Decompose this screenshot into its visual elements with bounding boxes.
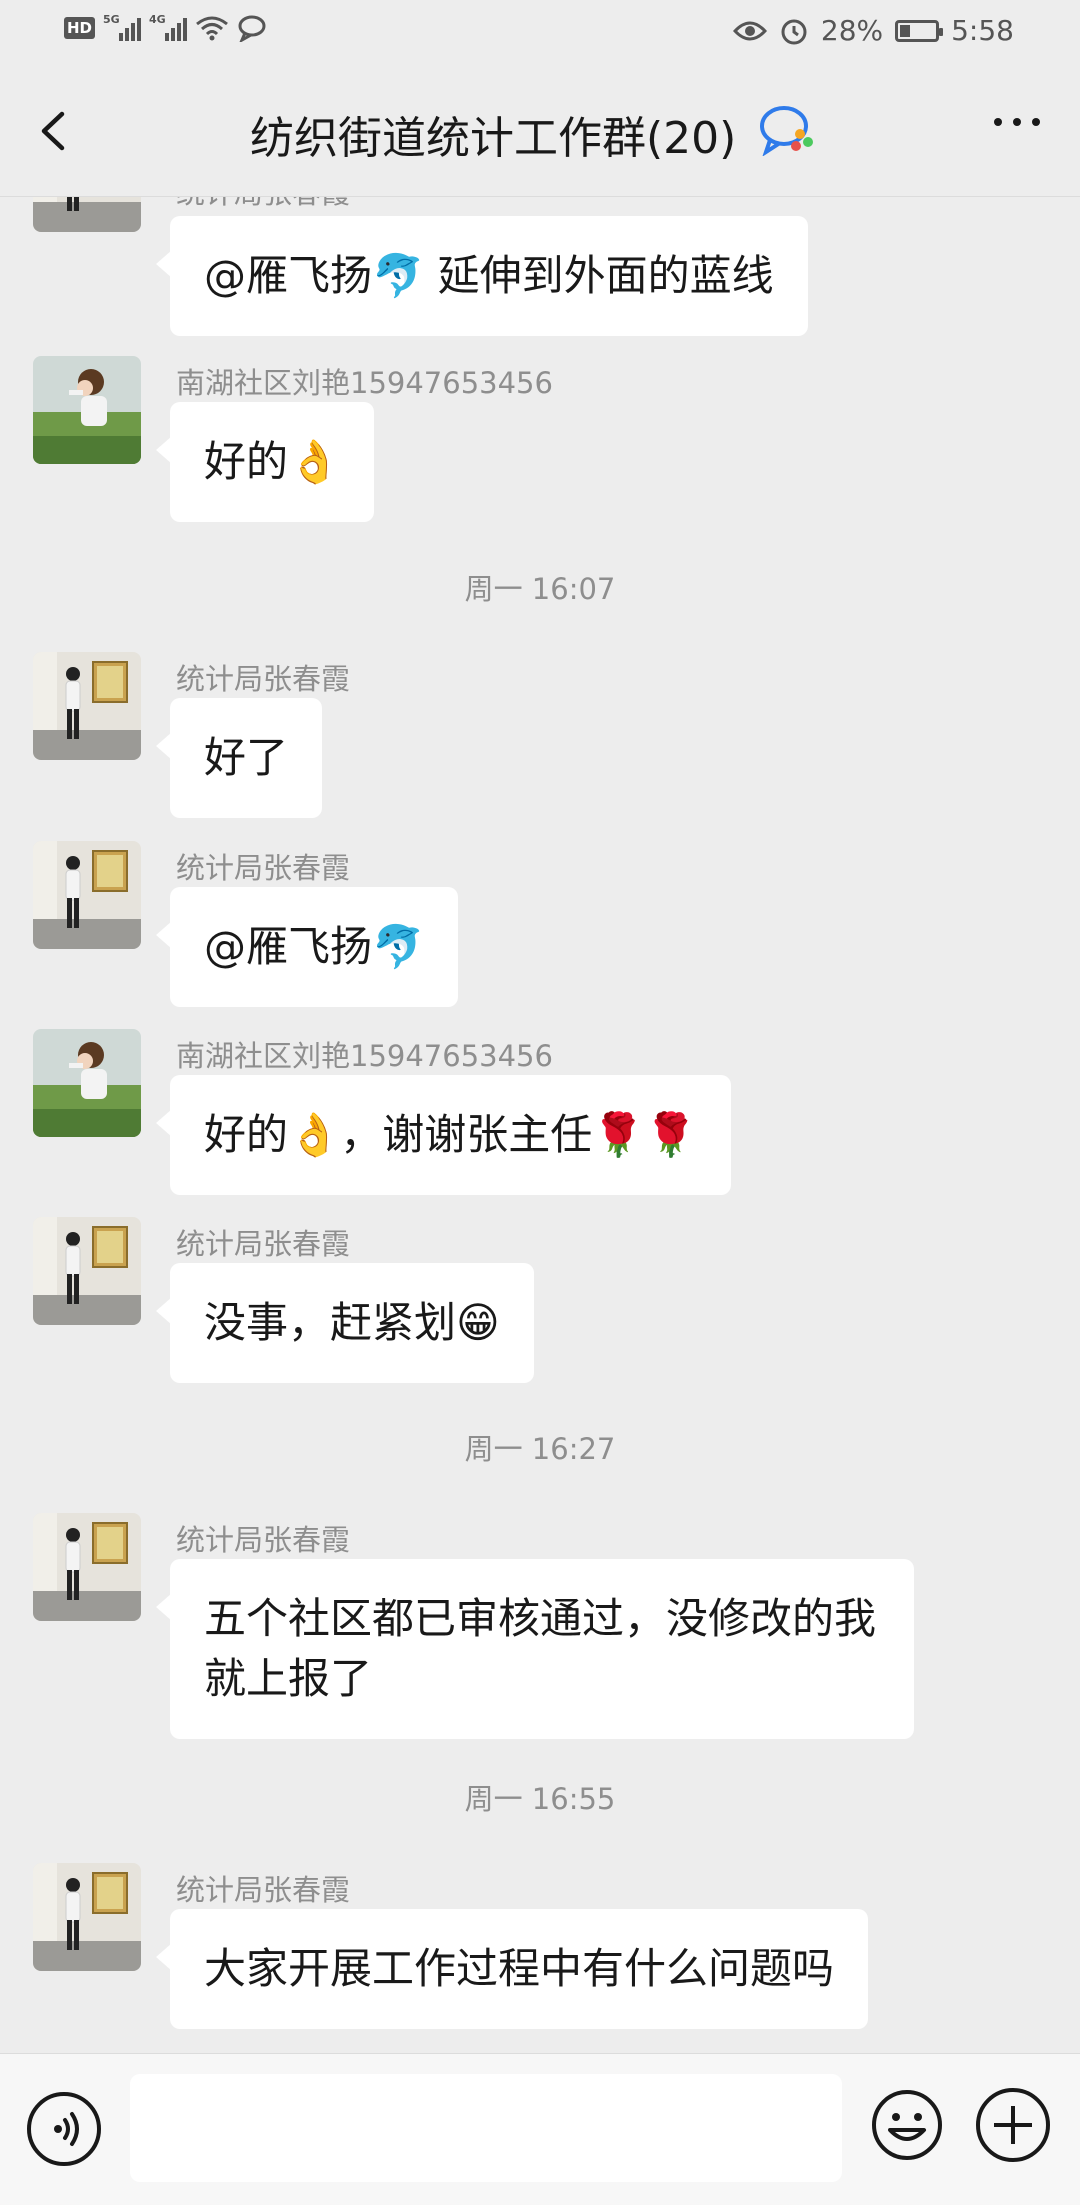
input-bar bbox=[0, 2053, 1080, 2205]
voice-input-button[interactable] bbox=[27, 2092, 101, 2166]
emoji-icon[interactable] bbox=[870, 2088, 944, 2162]
chat-header: 纺织街道统计工作群(20) bbox=[0, 66, 1080, 197]
avatar[interactable] bbox=[33, 652, 141, 760]
sender-name: 南湖社区刘艳15947653456 bbox=[176, 1039, 553, 1073]
message-bubble[interactable]: @雁飞扬🐬 bbox=[155, 887, 459, 1007]
clock: 5:58 bbox=[951, 14, 1014, 47]
timestamp: 周一 16:07 bbox=[464, 572, 616, 606]
sender-name: 统计局张春霞 bbox=[176, 851, 351, 885]
battery-percent: 28% bbox=[820, 14, 884, 47]
message-bubble[interactable]: 好的👌 bbox=[155, 402, 375, 522]
battery-icon bbox=[895, 19, 944, 42]
signal-4g-icon: 4G bbox=[149, 13, 188, 41]
wifi-icon bbox=[196, 16, 228, 41]
avatar[interactable] bbox=[33, 1217, 141, 1325]
avatar[interactable] bbox=[33, 196, 141, 232]
hd-badge: HD bbox=[64, 17, 96, 39]
page-title: 纺织街道统计工作群(20) bbox=[250, 113, 737, 164]
message-input[interactable] bbox=[130, 2074, 842, 2182]
avatar[interactable] bbox=[33, 1863, 141, 1971]
message-bubble[interactable]: 大家开展工作过程中有什么问题吗 bbox=[155, 1909, 869, 2029]
message-bubble[interactable]: @雁飞扬🐬 延伸到外面的蓝线 bbox=[156, 216, 808, 336]
sender-name: 统计局张春霞 bbox=[176, 1227, 351, 1261]
group-chat-badge-icon bbox=[760, 106, 813, 156]
more-functions-plus-button[interactable] bbox=[976, 2088, 1050, 2162]
message-bubble[interactable]: 没事，赶紧划😁 bbox=[156, 1263, 534, 1383]
avatar[interactable] bbox=[33, 356, 141, 464]
status-right: 28% 5:58 bbox=[732, 14, 1014, 47]
avatar[interactable] bbox=[33, 1513, 141, 1621]
message-bubble[interactable]: 好了 bbox=[155, 698, 323, 818]
message-list[interactable]: 统计局张春霞 @雁飞扬🐬 延伸到外面的蓝线 南湖社区刘艳15947653456 … bbox=[0, 196, 1080, 2053]
sender-name: 统计局张春霞 bbox=[176, 1523, 351, 1557]
signal-5g-icon: 5G bbox=[103, 13, 142, 41]
eye-icon bbox=[732, 21, 767, 40]
avatar[interactable] bbox=[33, 1029, 141, 1137]
sender-name: 统计局张春霞 bbox=[176, 1873, 351, 1907]
status-left: HD 5G 4G bbox=[64, 13, 267, 42]
timestamp: 周一 16:55 bbox=[464, 1782, 616, 1816]
message-bubble[interactable]: 五个社区都已审核通过，没修改的我就上报了 bbox=[156, 1559, 914, 1739]
more-options-icon[interactable] bbox=[994, 118, 1040, 126]
sender-name: 南湖社区刘艳15947653456 bbox=[176, 366, 553, 400]
sender-name: 统计局张春霞 bbox=[176, 662, 351, 696]
status-bar: HD 5G 4G 28% 5:58 bbox=[0, 0, 1080, 66]
chat-bubble-status-icon bbox=[238, 15, 266, 42]
timestamp: 周一 16:27 bbox=[464, 1432, 616, 1466]
voice-icon bbox=[54, 2112, 79, 2146]
back-icon[interactable] bbox=[30, 106, 80, 156]
message-bubble[interactable]: 好的👌，谢谢张主任🌹🌹 bbox=[156, 1075, 731, 1195]
alarm-icon bbox=[781, 19, 807, 44]
avatar[interactable] bbox=[33, 841, 141, 949]
sender-name: 统计局张春霞 bbox=[176, 196, 350, 212]
